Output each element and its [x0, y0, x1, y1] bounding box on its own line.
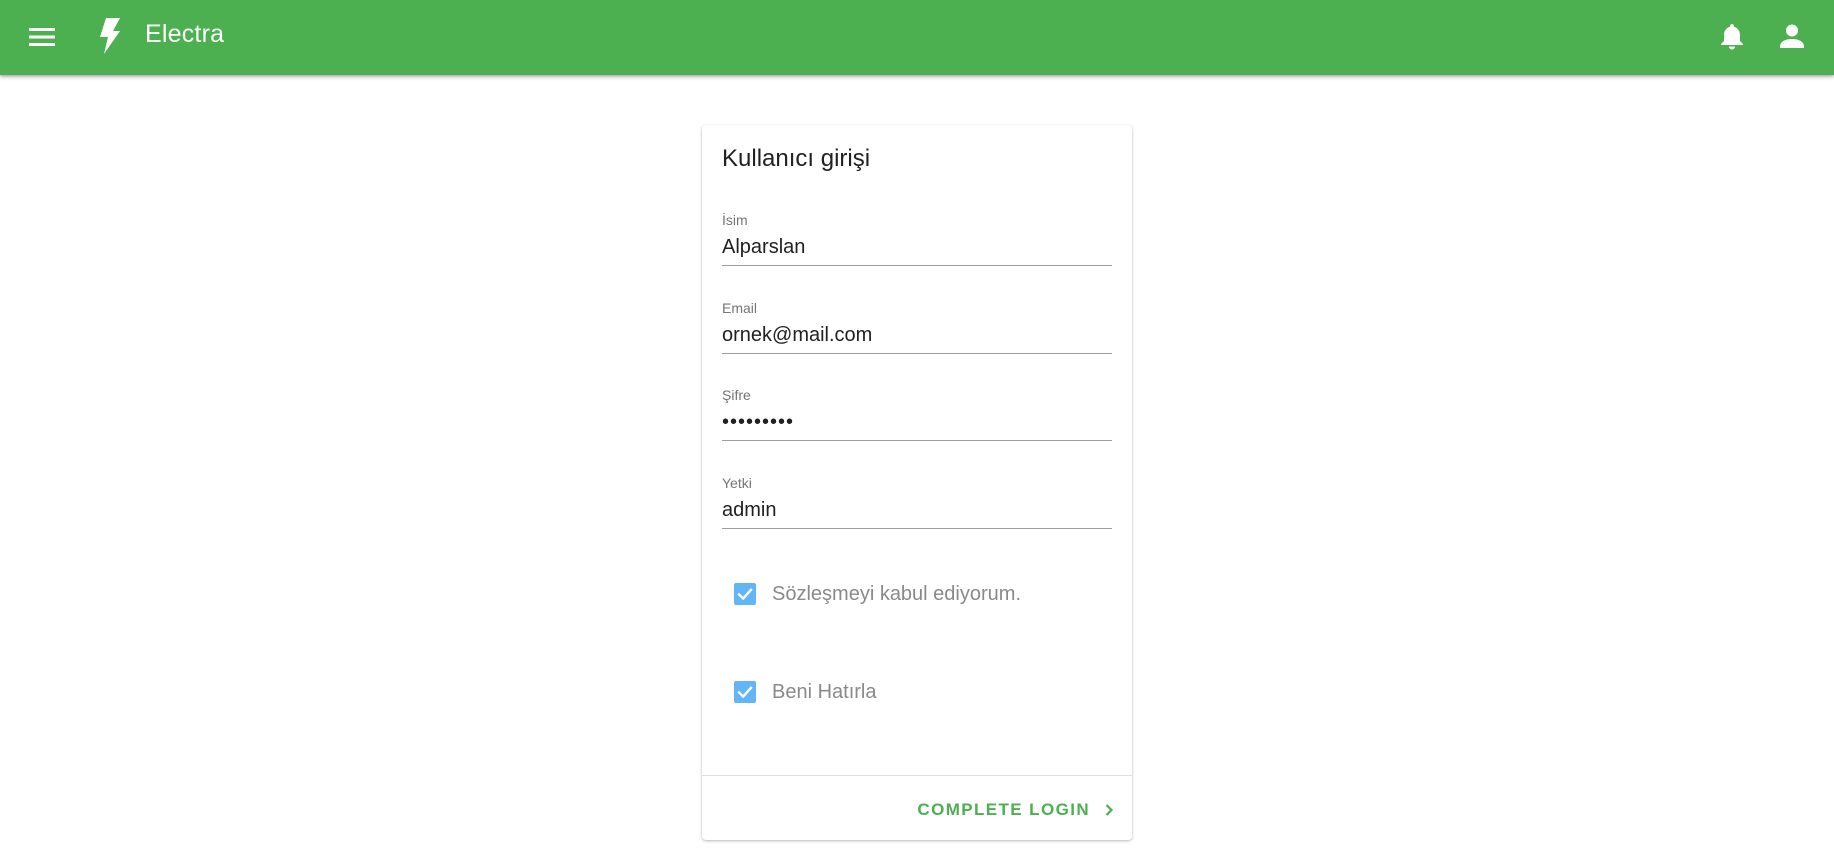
name-underline: [722, 265, 1112, 266]
notifications-button[interactable]: [1714, 18, 1750, 54]
account-button[interactable]: [1774, 18, 1810, 54]
chevron-right-icon: [1104, 803, 1114, 817]
remember-me-checkbox-row[interactable]: Beni Hatırla: [734, 677, 877, 707]
card-actions-divider: [702, 775, 1132, 776]
app-bar: Electra: [0, 0, 1834, 75]
password-label: Şifre: [722, 387, 751, 403]
role-label: Yetki: [722, 475, 752, 491]
menu-button[interactable]: [24, 19, 60, 55]
agreement-checkbox[interactable]: [734, 583, 756, 605]
name-field: İsim: [722, 212, 1112, 272]
role-underline: [722, 528, 1112, 529]
bell-icon: [1721, 24, 1743, 50]
complete-login-button[interactable]: COMPLETE LOGIN: [917, 792, 1114, 828]
password-input[interactable]: [722, 407, 1112, 437]
password-field: Şifre: [722, 387, 1112, 447]
remember-me-label: Beni Hatırla: [772, 680, 877, 703]
name-label: İsim: [722, 212, 748, 228]
remember-me-checkbox[interactable]: [734, 681, 756, 703]
account-icon: [1780, 24, 1804, 48]
agreement-label: Sözleşmeyi kabul ediyorum.: [772, 582, 1021, 605]
app-title: Electra: [145, 20, 225, 48]
login-card: Kullanıcı girişi İsim Email Şifre Yetki …: [702, 125, 1132, 840]
check-icon: [737, 588, 753, 601]
lightning-bolt-icon: [100, 18, 120, 54]
role-input[interactable]: [722, 495, 1112, 525]
password-underline: [722, 440, 1112, 441]
complete-login-label: COMPLETE LOGIN: [917, 800, 1090, 819]
check-icon: [737, 686, 753, 699]
email-underline: [722, 353, 1112, 354]
menu-icon: [29, 28, 55, 46]
email-label: Email: [722, 300, 758, 316]
agreement-checkbox-row[interactable]: Sözleşmeyi kabul ediyorum.: [734, 579, 1021, 609]
role-field: Yetki: [722, 475, 1112, 535]
email-input[interactable]: [722, 320, 1112, 350]
card-title: Kullanıcı girişi: [722, 145, 871, 172]
name-input[interactable]: [722, 232, 1112, 262]
email-field: Email: [722, 300, 1112, 360]
